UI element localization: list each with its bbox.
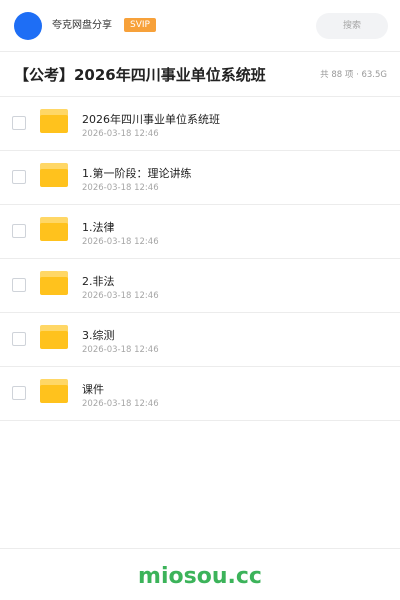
folder-icon — [40, 109, 68, 133]
list-item[interactable]: 1.法律 2026-03-18 12:46 — [0, 205, 400, 259]
avatar[interactable] — [14, 12, 42, 40]
list-item[interactable]: 1.第一阶段：理论讲练 2026-03-18 12:46 — [0, 151, 400, 205]
file-list: 2026年四川事业单位系统班 2026-03-18 12:46 1.第一阶段：理… — [0, 97, 400, 421]
select-checkbox[interactable] — [12, 386, 26, 400]
folder-title-bar: 【公考】2026年四川事业单位系统班 共 88 项 · 63.5G — [0, 53, 400, 97]
page-title: 【公考】2026年四川事业单位系统班 — [14, 66, 266, 84]
top-header: 夸克网盘分享 SVIP 搜索 — [0, 0, 400, 52]
username: 夸克网盘分享 — [52, 20, 112, 31]
item-date: 2026-03-18 12:46 — [82, 183, 159, 193]
select-checkbox[interactable] — [12, 170, 26, 184]
item-name: 2026年四川事业单位系统班 — [82, 113, 220, 126]
select-checkbox[interactable] — [12, 332, 26, 346]
select-checkbox[interactable] — [12, 116, 26, 130]
folder-icon — [40, 163, 68, 187]
list-item[interactable]: 2026年四川事业单位系统班 2026-03-18 12:46 — [0, 97, 400, 151]
list-item[interactable]: 3.综测 2026-03-18 12:46 — [0, 313, 400, 367]
select-checkbox[interactable] — [12, 278, 26, 292]
item-name: 1.第一阶段：理论讲练 — [82, 167, 192, 180]
folder-icon — [40, 217, 68, 241]
item-date: 2026-03-18 12:46 — [82, 129, 159, 139]
item-date: 2026-03-18 12:46 — [82, 345, 159, 355]
folder-meta: 共 88 项 · 63.5G — [320, 70, 387, 80]
item-date: 2026-03-18 12:46 — [82, 237, 159, 247]
item-name: 3.综测 — [82, 329, 115, 342]
list-item[interactable]: 2.非法 2026-03-18 12:46 — [0, 259, 400, 313]
item-name: 课件 — [82, 383, 104, 396]
search-button[interactable]: 搜索 — [316, 13, 388, 39]
item-date: 2026-03-18 12:46 — [82, 399, 159, 409]
item-date: 2026-03-18 12:46 — [82, 291, 159, 301]
folder-icon — [40, 325, 68, 349]
list-item[interactable]: 课件 2026-03-18 12:46 — [0, 367, 400, 421]
folder-icon — [40, 271, 68, 295]
site-watermark: miosou.cc — [138, 564, 262, 589]
svip-badge: SVIP — [124, 18, 156, 32]
select-checkbox[interactable] — [12, 224, 26, 238]
item-name: 2.非法 — [82, 275, 115, 288]
footer: miosou.cc — [0, 548, 400, 600]
item-name: 1.法律 — [82, 221, 115, 234]
folder-icon — [40, 379, 68, 403]
